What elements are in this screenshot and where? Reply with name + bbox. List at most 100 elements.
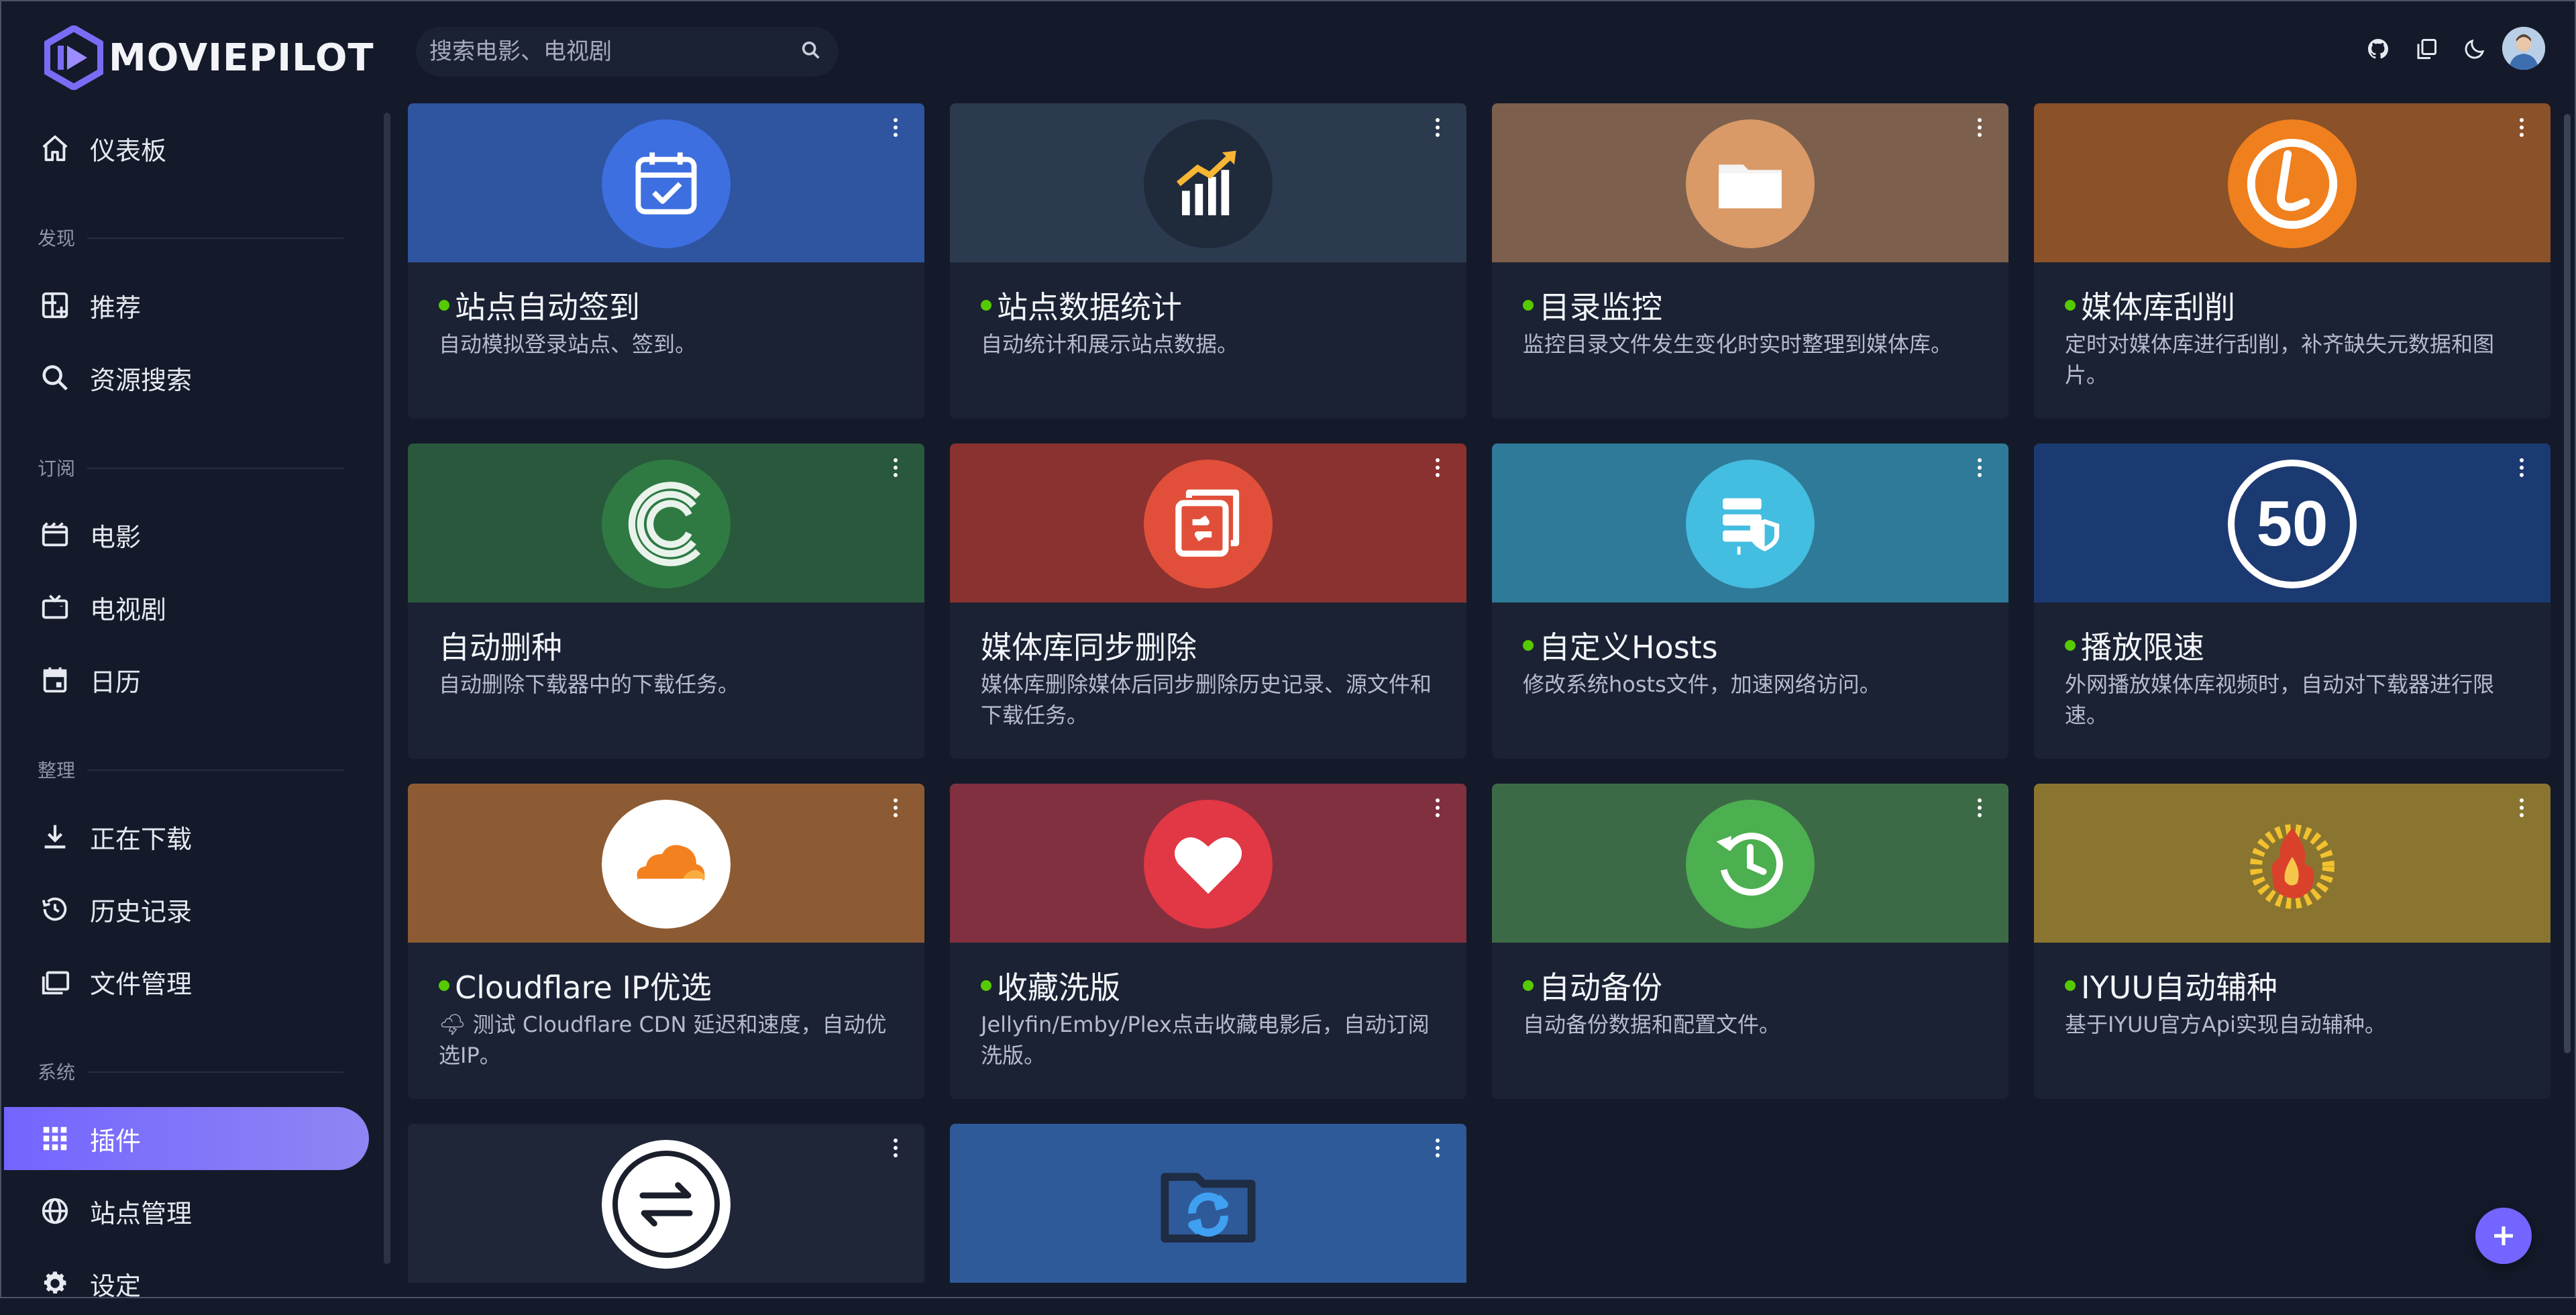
plugin-banner xyxy=(408,1124,924,1283)
plugin-card[interactable]: 站点数据统计 自动统计和展示站点数据。 xyxy=(950,103,1466,419)
more-vert-icon[interactable] xyxy=(1428,114,1448,141)
plugin-banner xyxy=(2034,103,2551,262)
plugin-title-row: IYUU自动辅种 xyxy=(2065,963,2277,1008)
plugin-banner xyxy=(2034,784,2551,943)
more-vert-icon[interactable] xyxy=(1970,454,1990,481)
plugin-card[interactable]: 站点自动签到自动模拟登录站点、签到。 xyxy=(408,103,924,419)
tinymedia-icon xyxy=(2228,119,2357,248)
more-vert-icon[interactable] xyxy=(885,1135,906,1161)
plugin-title-row: 目录监控 xyxy=(1523,283,1662,327)
search-icon[interactable] xyxy=(800,39,822,64)
sidebar: MOVIEPILOT 仪表板 发现 推荐 资源搜索 订阅 电影 电视剧 日历 整… xyxy=(0,0,390,1301)
plugin-description: 基于IYUU官方Api实现自动辅种。 xyxy=(2065,1012,2386,1037)
search-box[interactable] xyxy=(416,27,839,76)
sidebar-item-recommend[interactable]: 推荐 xyxy=(0,274,369,337)
plus-icon xyxy=(2494,1226,2513,1245)
status-dot xyxy=(1523,300,1534,311)
sidebar-scrollbar[interactable] xyxy=(384,113,390,1264)
plugin-title-row: 自动备份 xyxy=(1523,963,1662,1008)
app-logo[interactable]: MOVIEPILOT xyxy=(44,25,374,90)
sidebar-item-plugins[interactable]: 插件 xyxy=(4,1107,369,1170)
speed-limit-icon: 50 xyxy=(2228,460,2357,588)
movie-icon xyxy=(39,519,71,551)
divider xyxy=(87,1071,343,1073)
sidebar-item-tv[interactable]: 电视剧 xyxy=(0,576,369,639)
sidebar-item-label: 历史记录 xyxy=(90,896,193,927)
sidebar-item-history[interactable]: 历史记录 xyxy=(0,878,369,941)
plugin-title-row: 自定义Hosts xyxy=(1523,623,1718,668)
page-scrollbar[interactable] xyxy=(2564,114,2571,1053)
more-vert-icon[interactable] xyxy=(1428,794,1448,821)
sidebar-item-calendar[interactable]: 日历 xyxy=(0,648,369,711)
transfer-arrows-icon xyxy=(602,1140,731,1269)
sidebar-item-label: 插件 xyxy=(90,1126,142,1156)
plugin-banner xyxy=(1492,443,2008,602)
more-vert-icon[interactable] xyxy=(1970,114,1990,141)
sidebar-item-settings[interactable]: 设定 xyxy=(0,1252,369,1315)
history-icon xyxy=(39,893,71,925)
plugin-card[interactable]: 50 播放限速 外网播放媒体库视频时，自动对下载器进行限速。 xyxy=(2034,443,2551,759)
sidebar-item-label: 正在下载 xyxy=(90,824,193,854)
github-icon[interactable] xyxy=(2363,34,2394,64)
sidebar-item-file-manager[interactable]: 文件管理 xyxy=(0,950,369,1013)
divider xyxy=(87,770,343,771)
heart-icon xyxy=(1144,800,1273,929)
plugin-card[interactable]: Cloudflare IP优选 🌩 测试 Cloudflare CDN 延迟和速度… xyxy=(408,784,924,1099)
plugin-card[interactable]: 目录监控监控目录文件发生变化时实时整理到媒体库。 xyxy=(1492,103,2008,419)
plugin-card[interactable]: 自动备份 自动备份数据和配置文件。 xyxy=(1492,784,2008,1099)
plugin-description: 监控目录文件发生变化时实时整理到媒体库。 xyxy=(1523,331,1953,357)
more-vert-icon[interactable] xyxy=(2512,454,2532,481)
sidebar-item-sites[interactable]: 站点管理 xyxy=(0,1179,369,1243)
plugin-title: 站点自动签到 xyxy=(455,289,640,325)
plugin-card[interactable]: 媒体库同步删除 媒体库删除媒体后同步删除历史记录、源文件和下载任务。 xyxy=(950,443,1466,759)
sidebar-item-movies[interactable]: 电影 xyxy=(0,503,369,566)
plugin-banner xyxy=(950,1124,1466,1283)
search-icon xyxy=(39,362,71,394)
plugin-card[interactable]: 自动删种 自动删除下载器中的下载任务。 xyxy=(408,443,924,759)
plugin-title: 站点数据统计 xyxy=(997,289,1182,325)
plugin-banner: 50 xyxy=(2034,443,2551,602)
plugin-title: 自动删种 xyxy=(439,629,562,666)
sidebar-item-dashboard[interactable]: 仪表板 xyxy=(0,117,369,180)
more-vert-icon[interactable] xyxy=(2512,794,2532,821)
add-plugin-button[interactable] xyxy=(2475,1208,2532,1264)
plugin-title-row: 收藏洗版 xyxy=(981,963,1120,1008)
moon-icon[interactable] xyxy=(2459,34,2490,64)
plugin-card[interactable]: 自定义Hosts 修改系统hosts文件，加速网络访问。 xyxy=(1492,443,2008,759)
plugin-title: 目录监控 xyxy=(1539,289,1662,325)
plugin-title: Cloudflare IP优选 xyxy=(455,969,712,1006)
copy-icon[interactable] xyxy=(2411,34,2442,64)
section-title-organize: 整理 xyxy=(38,759,76,782)
plugin-banner xyxy=(950,443,1466,602)
plugin-card[interactable] xyxy=(408,1124,924,1283)
plugin-title: 自定义Hosts xyxy=(1539,629,1718,666)
status-dot xyxy=(439,980,449,991)
plugin-title-row: 自动删种 xyxy=(439,623,562,668)
plugin-card[interactable] xyxy=(950,1124,1466,1283)
plugin-card[interactable]: IYUU自动辅种基于IYUU官方Api实现自动辅种。 xyxy=(2034,784,2551,1099)
status-dot xyxy=(2065,640,2076,651)
more-vert-icon[interactable] xyxy=(2512,114,2532,141)
plugin-title: 自动备份 xyxy=(1539,969,1662,1006)
plugin-title: 媒体库刮削 xyxy=(2081,289,2235,325)
more-vert-icon[interactable] xyxy=(1970,794,1990,821)
more-vert-icon[interactable] xyxy=(885,114,906,141)
home-icon xyxy=(39,132,71,164)
bar-chart-icon xyxy=(1144,119,1273,248)
sidebar-item-downloading[interactable]: 正在下载 xyxy=(0,805,369,868)
plugin-title-row: Cloudflare IP优选 xyxy=(439,963,712,1008)
plugin-card[interactable]: 收藏洗版 Jellyfin/Emby/Plex点击收藏电影后，自动订阅洗版。 xyxy=(950,784,1466,1099)
more-vert-icon[interactable] xyxy=(885,454,906,481)
plugin-title-row: 播放限速 xyxy=(2065,623,2204,668)
sidebar-item-resource-search[interactable]: 资源搜索 xyxy=(0,346,369,409)
more-vert-icon[interactable] xyxy=(885,794,906,821)
more-vert-icon[interactable] xyxy=(1428,454,1448,481)
more-vert-icon[interactable] xyxy=(1428,1135,1448,1161)
section-title-system: 系统 xyxy=(38,1061,76,1084)
divider xyxy=(87,468,343,469)
sync-delete-icon xyxy=(1144,460,1273,588)
plugin-card[interactable]: 媒体库刮削 定时对媒体库进行刮削，补齐缺失元数据和图片。 xyxy=(2034,103,2551,419)
avatar[interactable] xyxy=(2502,27,2545,70)
search-input[interactable] xyxy=(428,38,800,66)
plugin-description: 自动模拟登录站点、签到。 xyxy=(439,331,697,357)
